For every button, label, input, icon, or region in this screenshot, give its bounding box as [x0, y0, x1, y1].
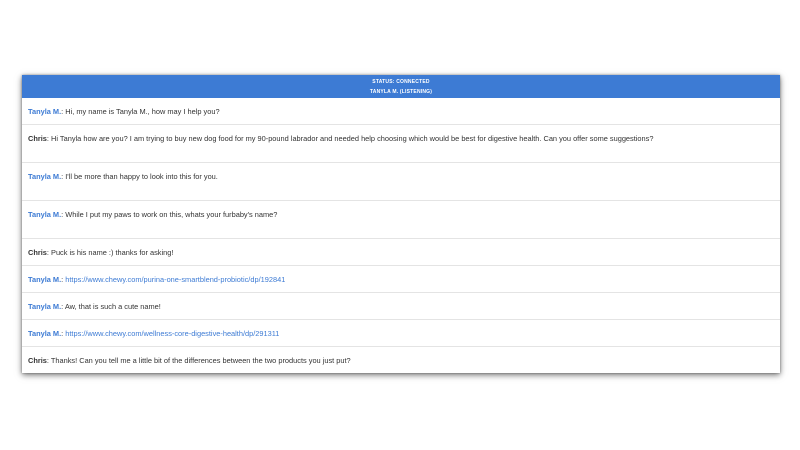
- message-text: I'll be more than happy to look into thi…: [65, 172, 218, 181]
- message-list[interactable]: Tanyla M.: Hi, my name is Tanyla M., how…: [22, 98, 780, 373]
- sender-name: Chris: [28, 248, 47, 257]
- message-text: While I put my paws to work on this, wha…: [65, 210, 278, 219]
- chat-header: STATUS: CONNECTED TANYLA M. (LISTENING): [22, 75, 780, 98]
- chat-window: STATUS: CONNECTED TANYLA M. (LISTENING) …: [22, 75, 780, 373]
- message-row: Tanyla M.: Hi, my name is Tanyla M., how…: [22, 98, 780, 125]
- connection-status: STATUS: CONNECTED: [372, 78, 430, 85]
- message-text: Puck is his name :) thanks for asking!: [51, 248, 174, 257]
- message-row: Chris: Puck is his name :) thanks for as…: [22, 239, 780, 266]
- sender-name: Tanyla M.: [28, 329, 62, 338]
- message-text: Aw, that is such a cute name!: [64, 302, 161, 311]
- agent-status: TANYLA M. (LISTENING): [369, 88, 433, 95]
- sender-name: Tanyla M.: [28, 275, 62, 284]
- sender-name: Tanyla M.: [28, 210, 62, 219]
- message-row: Chris: Thanks! Can you tell me a little …: [28, 356, 351, 365]
- sender-name: Tanyla M.: [28, 172, 62, 181]
- sender-name: Tanyla M.: [28, 107, 62, 116]
- message-text: Hi Tanyla how are you? I am trying to bu…: [51, 134, 654, 143]
- message-row: Tanyla M.: Aw, that is such a cute name!: [22, 293, 780, 320]
- message-row: Tanyla M.: While I put my paws to work o…: [22, 201, 780, 239]
- message-text: Hi, my name is Tanyla M., how may I help…: [65, 107, 220, 116]
- message-row: Tanyla M.: I'll be more than happy to lo…: [22, 163, 780, 201]
- message-row: Chris: Hi Tanyla how are you? I am tryin…: [22, 125, 780, 163]
- product-link[interactable]: https://www.chewy.com/purina-one-smartbl…: [65, 275, 285, 284]
- message-text: Thanks! Can you tell me a little bit of …: [50, 356, 351, 365]
- sender-name: Chris: [28, 356, 47, 365]
- message-row: Tanyla M.: https://www.chewy.com/wellnes…: [22, 320, 780, 347]
- sender-name: Tanyla M.: [28, 302, 62, 311]
- message-row: Tanyla M.: https://www.chewy.com/purina-…: [22, 266, 780, 293]
- product-link[interactable]: https://www.chewy.com/wellness-core-dige…: [65, 329, 279, 338]
- sender-name: Chris: [28, 134, 47, 143]
